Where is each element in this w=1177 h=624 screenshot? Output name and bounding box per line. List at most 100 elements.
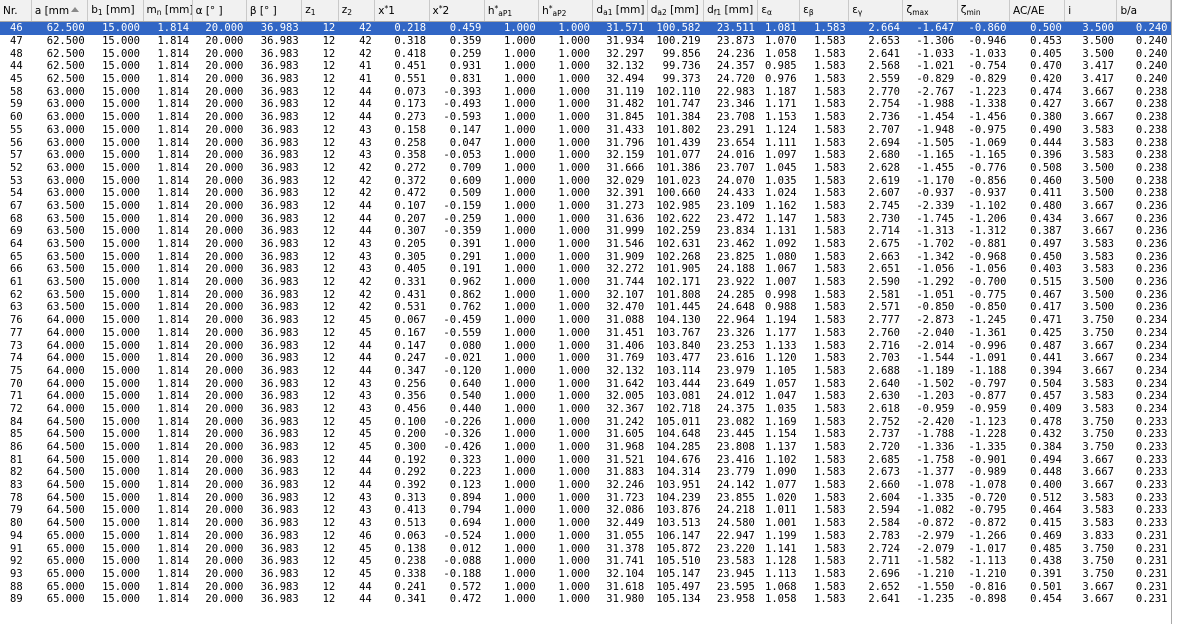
column-header-hap1[interactable]: h*aP1	[484, 0, 540, 22]
table-row[interactable]: 89 65.000 15.000 1.814 20.000 36.983 12 44 0.341…	[0, 593, 1171, 606]
table-row[interactable]: 59 63.000 15.000 1.814 20.000 36.983 12 44 0.173…	[0, 98, 1171, 111]
column-header-nr[interactable]: Nr.	[0, 0, 32, 22]
cell-acae: 0.470	[1030, 60, 1062, 73]
table-row[interactable]: 75 64.000 15.000 1.814 20.000 36.983 12 44 0.347…	[0, 365, 1171, 378]
cell-beta: 36.983	[260, 187, 299, 200]
column-header-zmax[interactable]: ζmax	[902, 0, 958, 22]
table-row[interactable]: 69 63.500 15.000 1.814 20.000 36.983 12 44 0.307…	[0, 225, 1171, 238]
cell-nr: 56	[10, 136, 23, 149]
column-header-z1[interactable]: z1	[301, 0, 339, 22]
table-row[interactable]: 65 63.500 15.000 1.814 20.000 36.983 12 43 0.305…	[0, 250, 1171, 263]
cell-zmin: -0.775	[968, 288, 1007, 301]
table-row[interactable]: 86 64.500 15.000 1.814 20.000 36.983 12 45 0.300…	[0, 441, 1171, 454]
table-row[interactable]: 44 62.500 15.000 1.814 20.000 36.983 12 41 0.451…	[0, 60, 1171, 73]
cell-z2: 44	[359, 98, 372, 111]
table-row[interactable]: 72 64.000 15.000 1.814 20.000 36.983 12 43 0.456…	[0, 403, 1171, 416]
table-row[interactable]: 54 63.000 15.000 1.814 20.000 36.983 12 42 0.472…	[0, 187, 1171, 200]
column-header-x2[interactable]: x*2	[429, 0, 485, 22]
table-row[interactable]: 60 63.000 15.000 1.814 20.000 36.983 12 44 0.273…	[0, 111, 1171, 124]
cell-da2: 100.582	[647, 21, 704, 35]
table-row[interactable]: 76 64.000 15.000 1.814 20.000 36.983 12 45 0.067…	[0, 314, 1171, 327]
column-header-a[interactable]: a [mm	[31, 0, 89, 22]
table-row[interactable]: 78 64.500 15.000 1.814 20.000 36.983 12 43 0.313…	[0, 491, 1171, 504]
cell-eb: 1.583	[814, 428, 846, 441]
table-row[interactable]: 80 64.500 15.000 1.814 20.000 36.983 12 43 0.513…	[0, 517, 1171, 530]
table-row[interactable]: 70 64.000 15.000 1.814 20.000 36.983 12 43 0.256…	[0, 377, 1171, 390]
table-row[interactable]: 71 64.000 15.000 1.814 20.000 36.983 12 43 0.356…	[0, 390, 1171, 403]
cell-acae: 0.448	[1030, 466, 1062, 479]
table-row[interactable]: 58 63.000 15.000 1.814 20.000 36.983 12 44 0.073…	[0, 85, 1171, 98]
table-row[interactable]: 94 65.000 15.000 1.814 20.000 36.983 12 46 0.063…	[0, 530, 1171, 543]
column-header-hap2[interactable]: h*aP2	[538, 0, 594, 22]
table-row[interactable]: 79 64.500 15.000 1.814 20.000 36.983 12 43 0.413…	[0, 504, 1171, 517]
table-row[interactable]: 46 62.500 15.000 1.814 20.000 36.983 12 42 0.218…	[0, 21, 1171, 35]
table-row[interactable]: 77 64.000 15.000 1.814 20.000 36.983 12 45 0.167…	[0, 327, 1171, 340]
table-row[interactable]: 92 65.000 15.000 1.814 20.000 36.983 12 45 0.238…	[0, 555, 1171, 568]
column-header-ea[interactable]: εα	[757, 0, 801, 22]
table-row[interactable]: 66 63.500 15.000 1.814 20.000 36.983 12 43 0.405…	[0, 263, 1171, 276]
table-row[interactable]: 88 65.000 15.000 1.814 20.000 36.983 12 44 0.241…	[0, 580, 1171, 593]
cell-b1: 15.000	[102, 60, 141, 73]
column-header-eg[interactable]: εγ	[848, 0, 904, 22]
table-row[interactable]: 83 64.500 15.000 1.814 20.000 36.983 12 44 0.392…	[0, 479, 1171, 492]
cell-zmax: -1.582	[916, 555, 955, 568]
column-header-i[interactable]: i	[1064, 0, 1118, 22]
column-header-da1[interactable]: da1 [mm]	[592, 0, 648, 22]
column-header-mn[interactable]: mn [mm]	[143, 0, 193, 22]
table-row[interactable]: 67 63.500 15.000 1.814 20.000 36.983 12 44 0.107…	[0, 200, 1171, 213]
cell-ba: 0.236	[1135, 225, 1168, 238]
results-grid[interactable]: Nr. a [mm b1 [mm] mn [mm] α [° ] β [° ] z1 z2 x*…	[0, 0, 1177, 624]
table-row[interactable]: 74 64.000 15.000 1.814 20.000 36.983 12 44 0.247…	[0, 352, 1171, 365]
table-row[interactable]: 64 63.500 15.000 1.814 20.000 36.983 12 43 0.205…	[0, 238, 1171, 251]
column-header-eb[interactable]: εβ	[799, 0, 850, 22]
table-row[interactable]: 91 65.000 15.000 1.814 20.000 36.983 12 45 0.138…	[0, 542, 1171, 555]
column-header-df1[interactable]: df1 [mm]	[703, 0, 759, 22]
table-row[interactable]: 52 63.000 15.000 1.814 20.000 36.983 12 42 0.272…	[0, 162, 1171, 175]
table-row[interactable]: 55 63.000 15.000 1.814 20.000 36.983 12 43 0.158…	[0, 124, 1171, 137]
cell-x2: 0.440	[449, 402, 482, 415]
column-header-ba[interactable]: b/a	[1116, 0, 1171, 22]
table-row[interactable]: 62 63.500 15.000 1.814 20.000 36.983 12 42 0.431…	[0, 288, 1171, 301]
column-header-x1[interactable]: x*1	[374, 0, 430, 22]
cell-acae: 0.450	[1030, 250, 1062, 263]
table-row[interactable]: 85 64.500 15.000 1.814 20.000 36.983 12 45 0.200…	[0, 428, 1171, 441]
table-row[interactable]: 57 63.000 15.000 1.814 20.000 36.983 12 43 0.358…	[0, 149, 1171, 162]
cell-da2: 101.439	[656, 136, 701, 149]
column-header-beta[interactable]: β [° ]	[246, 0, 303, 22]
cell-beta: 36.983	[260, 491, 299, 504]
table-row[interactable]: 48 62.500 15.000 1.814 20.000 36.983 12 42 0.418…	[0, 47, 1171, 60]
cell-da2: 102.171	[656, 276, 701, 289]
table-row[interactable]: 93 65.000 15.000 1.814 20.000 36.983 12 45 0.338…	[0, 568, 1171, 581]
cell-nr: 91	[10, 542, 23, 555]
cell-hap2: 1.000	[558, 288, 590, 301]
column-header-alpha[interactable]: α [° ]	[192, 0, 247, 22]
cell-x1: 0.531	[394, 301, 427, 314]
table-row[interactable]: 53 63.000 15.000 1.814 20.000 36.983 12 42 0.372…	[0, 174, 1171, 187]
cell-eg: 2.685	[868, 453, 900, 466]
column-header-b1[interactable]: b1 [mm]	[87, 0, 144, 22]
table-row[interactable]: 47 62.500 15.000 1.814 20.000 36.983 12 42 0.318…	[0, 35, 1171, 48]
cell-da2: 105.872	[656, 542, 701, 555]
cell-nr: 89	[10, 593, 23, 606]
cell-b1: 15.000	[102, 263, 141, 276]
table-row[interactable]: 68 63.500 15.000 1.814 20.000 36.983 12 44 0.207…	[0, 212, 1171, 225]
cell-eg: 2.652	[868, 580, 900, 593]
table-row[interactable]: 63 63.500 15.000 1.814 20.000 36.983 12 42 0.531…	[0, 301, 1171, 314]
table-row[interactable]: 81 64.500 15.000 1.814 20.000 36.983 12 44 0.192…	[0, 453, 1171, 466]
cell-da2: 103.951	[656, 479, 701, 492]
table-row[interactable]: 82 64.500 15.000 1.814 20.000 36.983 12 44 0.292…	[0, 466, 1171, 479]
table-row[interactable]: 84 64.500 15.000 1.814 20.000 36.983 12 45 0.100…	[0, 415, 1171, 428]
column-header-zmin[interactable]: ζmin	[957, 0, 1010, 22]
table-row[interactable]: 61 63.500 15.000 1.814 20.000 36.983 12 42 0.331…	[0, 276, 1171, 289]
column-header-acae[interactable]: AC/AE	[1009, 0, 1066, 22]
table-row[interactable]: 45 62.500 15.000 1.814 20.000 36.983 12 41 0.551…	[0, 73, 1171, 86]
cell-da1: 32.159	[606, 149, 645, 162]
cell-alpha: 20.000	[205, 453, 244, 466]
cell-z2: 45	[359, 542, 372, 555]
table-row[interactable]: 73 64.000 15.000 1.814 20.000 36.983 12 44 0.147…	[0, 339, 1171, 352]
cell-eg: 2.581	[868, 288, 900, 301]
cell-x1: 0.138	[394, 542, 427, 555]
column-header-da2[interactable]: da2 [mm]	[647, 0, 705, 22]
column-header-z2[interactable]: z2	[338, 0, 376, 22]
table-row[interactable]: 56 63.000 15.000 1.814 20.000 36.983 12 43 0.258…	[0, 136, 1171, 149]
